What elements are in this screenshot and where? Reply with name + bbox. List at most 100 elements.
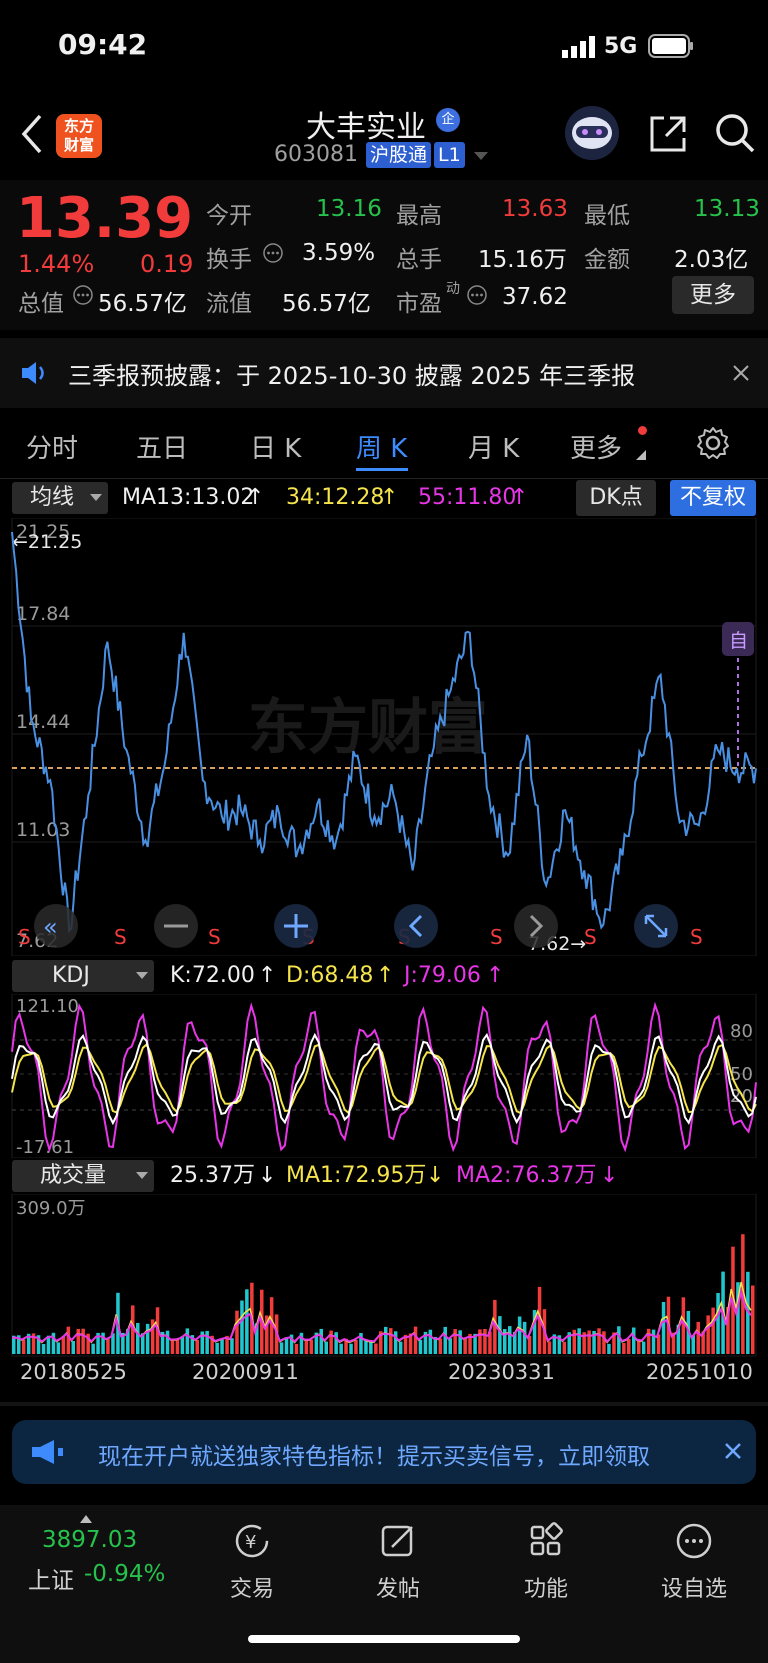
scroll-right-button[interactable] <box>514 904 558 948</box>
volume-y-top: 309.0万 <box>16 1198 86 1219</box>
ma55-arrow: ↑ <box>510 485 529 510</box>
divider <box>0 478 768 479</box>
megaphone-icon <box>32 1440 63 1464</box>
volume-bar <box>577 1328 581 1354</box>
index-value[interactable]: 3897.03 <box>42 1527 137 1553</box>
volume-ma2-label: MA2:76.37万 <box>456 1163 597 1188</box>
ma13-label: MA13:13.02 <box>122 485 255 510</box>
turnover-value: 3.59% <box>302 240 376 266</box>
info-dots-icon[interactable] <box>262 242 284 264</box>
nav-add-watchlist[interactable]: 设自选 <box>634 1521 754 1603</box>
double-chevron-left-icon: « <box>43 913 58 941</box>
volume-bar <box>66 1326 71 1354</box>
info-dots-icon[interactable] <box>466 284 488 306</box>
kdj-k-label: K:72.00 <box>170 963 255 988</box>
volume-bar <box>235 1310 239 1354</box>
index-name[interactable]: 上证 <box>28 1561 74 1595</box>
kdj-k-arrow: ↑ <box>258 963 277 988</box>
volume-bar <box>751 1285 755 1354</box>
dk-point-button[interactable]: DK点 <box>576 480 656 516</box>
open-label: 今开 <box>206 203 252 229</box>
volume-bar <box>398 1341 403 1354</box>
assistant-robot-icon[interactable] <box>562 104 622 162</box>
volume-bar <box>76 1328 80 1354</box>
status-bar: 09:42 5G <box>0 0 768 100</box>
nav-trade[interactable]: ¥ 交易 <box>192 1521 312 1603</box>
volume-bar <box>413 1326 418 1354</box>
chevron-down-icon[interactable] <box>474 152 488 161</box>
low-label: 最低 <box>584 203 630 229</box>
adjust-button[interactable]: 不复权 <box>670 480 756 516</box>
volume-bar <box>195 1340 199 1354</box>
more-dots-icon <box>676 1523 712 1559</box>
volume-bar <box>607 1343 611 1354</box>
volume-bar <box>369 1342 373 1354</box>
volume-value-label: 25.37万 <box>170 1163 255 1188</box>
kdj-dropdown[interactable]: KDJ <box>12 960 154 992</box>
sell-signal-marker: S <box>584 925 597 949</box>
volume-bar <box>180 1336 185 1354</box>
volume-bar <box>304 1339 309 1354</box>
announcement-bar[interactable]: 三季报预披露：于 2025-10-30 披露 2025 年三季报 <box>0 338 768 408</box>
tab-more[interactable]: 更多 <box>570 428 622 465</box>
volume-bar <box>185 1328 190 1354</box>
tab-weekly-k[interactable]: 周 K <box>356 428 407 465</box>
promo-banner[interactable]: 现在开户就送独家特色指标！提示买卖信号，立即领取 <box>12 1420 756 1484</box>
volume-ma1-label: MA1:72.95万 <box>286 1163 427 1188</box>
y-label-2: 17.84 <box>16 603 70 625</box>
kdj-dropdown-label: KDJ <box>52 963 90 988</box>
stock-header: 东方 财富 大丰实业 企 603081 沪股通 L1 <box>0 100 768 180</box>
high-value: 13.63 <box>502 196 568 222</box>
volume-bar <box>245 1289 249 1354</box>
kdj-j-line <box>11 1001 757 1153</box>
low-value: 13.13 <box>694 196 760 222</box>
tab-five-day[interactable]: 五日 <box>136 428 188 465</box>
date-label-4: 20251010 <box>646 1360 753 1384</box>
nav-function[interactable]: 功能 <box>486 1521 606 1603</box>
volume-bar <box>230 1338 234 1354</box>
ma-dropdown[interactable]: 均线 <box>12 482 108 514</box>
y-label-4: 11.03 <box>16 819 70 841</box>
mktcap-label: 总值 <box>18 291 64 317</box>
volume-bar <box>706 1315 710 1354</box>
volume-bar <box>617 1326 621 1354</box>
kdj-chart[interactable]: 121.10 -17.61 80 50 20 <box>0 994 768 1158</box>
enterprise-badge: 企 <box>436 108 460 132</box>
volume-ma2-arrow: ↓ <box>600 1163 619 1188</box>
volume-bar <box>61 1336 66 1354</box>
volume-bar <box>547 1341 552 1354</box>
ma55-label: 55:11.80 <box>418 485 517 510</box>
share-icon[interactable] <box>648 114 688 154</box>
volume-dropdown[interactable]: 成交量 <box>12 1160 154 1192</box>
close-icon[interactable] <box>732 364 750 382</box>
volume-chart[interactable]: 309.0万 <box>0 1194 768 1358</box>
max-price-marker: ←21.25 <box>12 531 82 553</box>
search-icon[interactable] <box>714 112 756 154</box>
volume-bar <box>661 1302 666 1354</box>
volume-dropdown-label: 成交量 <box>40 1163 107 1188</box>
date-label-3: 20230331 <box>448 1360 555 1384</box>
index-change[interactable]: -0.94% <box>84 1561 165 1587</box>
nav-post[interactable]: 发帖 <box>338 1521 458 1603</box>
kdj-d-line <box>11 1042 757 1115</box>
close-icon[interactable] <box>724 1442 742 1460</box>
gear-icon[interactable] <box>696 426 730 460</box>
tab-intraday[interactable]: 分时 <box>26 428 78 465</box>
dropdown-arrow-icon <box>136 1172 148 1179</box>
self-select-tag[interactable]: 自 <box>729 630 748 652</box>
volume-bar <box>324 1341 328 1354</box>
ma13-arrow: ↑ <box>246 485 265 510</box>
grid-icon <box>530 1522 563 1556</box>
volume-bar <box>41 1344 46 1354</box>
more-button[interactable]: 更多 <box>672 276 754 314</box>
scroll-left-button[interactable] <box>394 904 438 948</box>
battery-icon <box>648 34 693 58</box>
tab-monthly-k[interactable]: 月 K <box>468 428 519 465</box>
change-amount: 0.19 <box>140 250 194 278</box>
kline-chart[interactable]: 东方财富 21.25 17.84 14.44 11.03 7.62 ←21.25… <box>0 518 768 956</box>
back-icon[interactable] <box>20 114 44 154</box>
info-dots-icon[interactable] <box>72 284 94 306</box>
tab-daily-k[interactable]: 日 K <box>250 428 301 465</box>
expand-up-icon[interactable] <box>80 1515 92 1523</box>
open-value: 13.16 <box>316 196 382 222</box>
